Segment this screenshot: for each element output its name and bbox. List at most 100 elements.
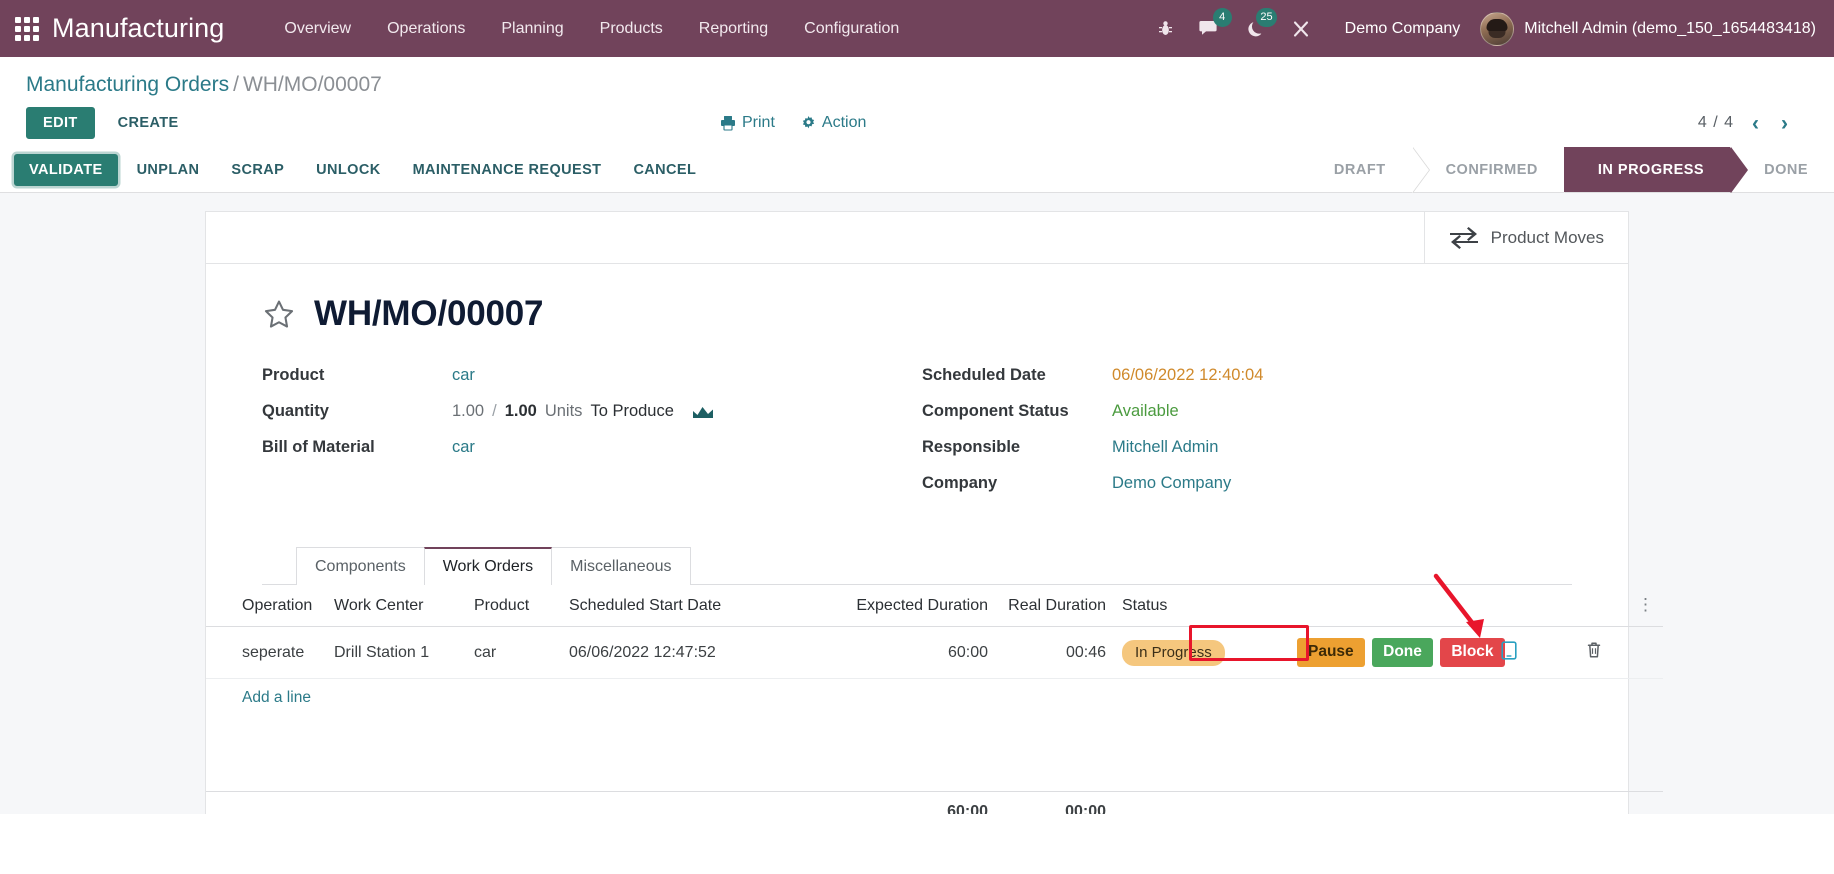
top-navbar: Manufacturing Overview Operations Planni… — [0, 0, 1834, 57]
trash-icon[interactable] — [1586, 641, 1602, 659]
th-real-duration[interactable]: Real Duration — [996, 585, 1114, 627]
breadcrumb-separator: / — [233, 73, 239, 96]
product-moves-stat-button[interactable]: Product Moves — [1423, 212, 1628, 263]
cell-scheduled-start-date[interactable]: 06/06/2022 12:47:52 — [561, 626, 816, 679]
messages-icon[interactable]: 4 — [1186, 0, 1234, 57]
create-button[interactable]: CREATE — [103, 107, 194, 139]
status-pipeline: DRAFT CONFIRMED IN PROGRESS DONE — [1313, 147, 1834, 193]
field-scheduled-date-value[interactable]: 06/06/2022 12:40:04 — [1112, 366, 1263, 385]
field-quantity-label: Quantity — [262, 402, 329, 420]
form-body: WH/MO/00007 Product car Quantity 1.00 / … — [206, 264, 1628, 586]
stage-confirmed[interactable]: CONFIRMED — [1411, 147, 1583, 193]
stage-in-progress[interactable]: IN PROGRESS — [1563, 147, 1749, 193]
add-a-line-button[interactable]: Add a line — [206, 679, 319, 717]
print-label: Print — [742, 114, 775, 131]
action-menu[interactable]: Action — [801, 114, 866, 132]
status-badge[interactable]: In Progress — [1122, 639, 1225, 666]
menu-item-planning[interactable]: Planning — [483, 2, 581, 56]
scrap-button[interactable]: SCRAP — [218, 154, 297, 186]
table-row[interactable]: seperate Drill Station 1 car 06/06/2022 … — [206, 626, 1663, 679]
cell-real-duration[interactable]: 00:46 — [996, 626, 1114, 679]
stage-draft[interactable]: DRAFT — [1313, 147, 1430, 193]
chevron-left-icon[interactable]: ‹ — [1748, 113, 1763, 134]
area-chart-icon[interactable] — [692, 404, 714, 420]
th-expected-duration[interactable]: Expected Duration — [816, 585, 996, 627]
pause-button[interactable]: Pause — [1297, 638, 1365, 667]
debug-wrench-icon[interactable] — [1279, 0, 1323, 57]
menu-item-reporting[interactable]: Reporting — [681, 2, 786, 56]
unlock-button[interactable]: UNLOCK — [303, 154, 393, 186]
tab-miscellaneous[interactable]: Miscellaneous — [551, 547, 691, 585]
field-company-value[interactable]: Demo Company — [1112, 474, 1231, 493]
menu-item-operations[interactable]: Operations — [369, 2, 483, 56]
app-brand-title[interactable]: Manufacturing — [52, 13, 224, 44]
form-column-right: Scheduled Date 06/06/2022 12:40:04 Compo… — [922, 366, 1572, 510]
field-bom-value[interactable]: car — [452, 438, 475, 457]
print-menu[interactable]: Print — [720, 114, 775, 132]
work-orders-table-body: seperate Drill Station 1 car 06/06/2022 … — [206, 626, 1663, 814]
field-product-value[interactable]: car — [452, 366, 475, 385]
gear-icon — [801, 115, 816, 131]
chevron-right-icon[interactable]: › — [1777, 113, 1792, 134]
field-responsible-label: Responsible — [922, 438, 1021, 456]
breadcrumb-root-link[interactable]: Manufacturing Orders — [26, 73, 229, 96]
statusbar-action-buttons: VALIDATE UNPLAN SCRAP UNLOCK MAINTENANCE… — [14, 147, 709, 192]
field-component-status-value: Available — [1112, 402, 1179, 420]
apps-grid-icon[interactable] — [10, 12, 44, 46]
field-quantity: Quantity 1.00 / 1.00 Units To Produce — [262, 402, 922, 421]
menu-item-overview[interactable]: Overview — [266, 2, 369, 56]
tab-components[interactable]: Components — [296, 547, 425, 585]
th-product[interactable]: Product — [466, 585, 561, 627]
action-label: Action — [821, 114, 867, 131]
cell-product[interactable]: car — [466, 626, 561, 679]
validate-button[interactable]: VALIDATE — [14, 153, 118, 186]
vertical-dots-icon[interactable]: ⋮ — [1637, 595, 1654, 614]
star-outline-icon[interactable] — [262, 298, 296, 331]
quantity-suffix: To Produce — [590, 402, 674, 420]
cancel-button[interactable]: CANCEL — [620, 154, 709, 186]
menu-item-configuration[interactable]: Configuration — [786, 2, 917, 56]
cell-expected-duration[interactable]: 60:00 — [816, 626, 996, 679]
maintenance-request-button[interactable]: MAINTENANCE REQUEST — [400, 154, 615, 186]
user-menu[interactable]: Mitchell Admin (demo_150_1654483418) — [1476, 11, 1816, 46]
control-panel-center-actions: Print Action — [720, 114, 866, 132]
bug-icon[interactable] — [1145, 0, 1186, 57]
notebook: Components Work Orders Miscellaneous — [262, 546, 1572, 586]
user-name-label: Mitchell Admin (demo_150_1654483418) — [1524, 19, 1816, 37]
field-product-label: Product — [262, 366, 325, 384]
menu-item-products[interactable]: Products — [582, 2, 681, 56]
company-switcher[interactable]: Demo Company — [1323, 20, 1477, 38]
field-responsible-value[interactable]: Mitchell Admin — [1112, 438, 1218, 457]
statusbar: VALIDATE UNPLAN SCRAP UNLOCK MAINTENANCE… — [0, 147, 1834, 193]
cell-operation[interactable]: seperate — [206, 626, 326, 679]
edit-button[interactable]: EDIT — [26, 107, 95, 139]
th-delete — [1559, 585, 1629, 627]
field-scheduled-date-label: Scheduled Date — [922, 366, 1046, 384]
table-empty-space — [206, 717, 1663, 791]
activities-badge: 25 — [1256, 8, 1277, 27]
activities-clock-icon[interactable]: 25 — [1234, 0, 1279, 57]
work-orders-table: Operation Work Center Product Scheduled … — [206, 585, 1663, 814]
field-scheduled-date: Scheduled Date 06/06/2022 12:40:04 — [922, 366, 1572, 385]
main-menu: Overview Operations Planning Products Re… — [266, 2, 917, 56]
cell-work-center[interactable]: Drill Station 1 — [326, 626, 466, 679]
field-quantity-value-group: 1.00 / 1.00 Units To Produce — [452, 402, 714, 421]
cell-delete — [1559, 626, 1629, 679]
quantity-done[interactable]: 1.00 — [452, 402, 484, 421]
form-column-left: Product car Quantity 1.00 / 1.00 Units T… — [262, 366, 922, 510]
unplan-button[interactable]: UNPLAN — [124, 154, 213, 186]
tab-work-orders[interactable]: Work Orders — [423, 547, 553, 586]
th-status[interactable]: Status — [1114, 585, 1289, 627]
quantity-total[interactable]: 1.00 — [505, 402, 537, 421]
th-operation[interactable]: Operation — [206, 585, 326, 627]
tablet-icon[interactable] — [1501, 640, 1517, 660]
record-pager: 4 / 4 ‹ › — [1698, 113, 1812, 134]
quantity-separator: / — [492, 402, 497, 420]
th-row-actions — [1289, 585, 1489, 627]
th-work-center[interactable]: Work Center — [326, 585, 466, 627]
done-button[interactable]: Done — [1372, 638, 1433, 667]
th-scheduled-start-date[interactable]: Scheduled Start Date — [561, 585, 816, 627]
field-company-label: Company — [922, 474, 998, 492]
block-button[interactable]: Block — [1440, 638, 1505, 667]
field-bom-label: Bill of Material — [262, 438, 375, 456]
